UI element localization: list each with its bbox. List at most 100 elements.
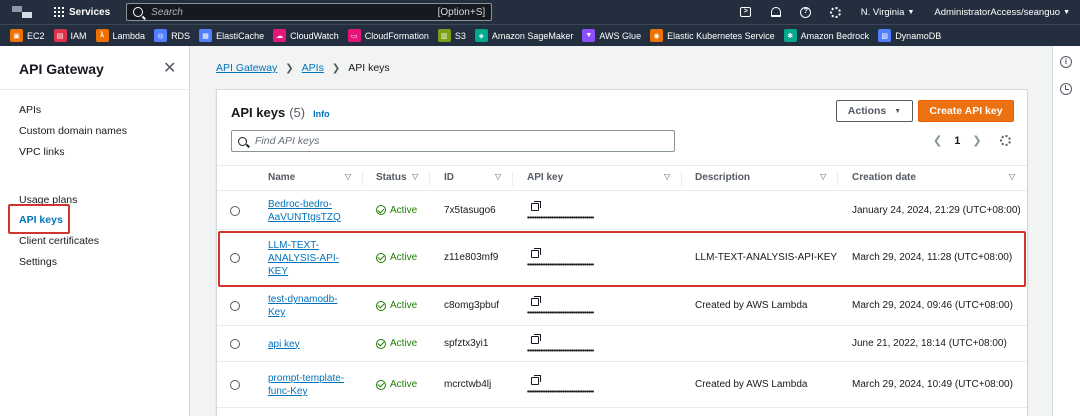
sidebar-item-apis[interactable]: APIs — [19, 104, 41, 116]
services-menu-button[interactable]: Services — [54, 7, 110, 18]
copy-icon[interactable] — [531, 248, 541, 258]
breadcrumb-apis[interactable]: APIs — [302, 62, 324, 74]
favorite-cloudwatch[interactable]: ☁ CloudWatch — [273, 29, 339, 42]
row-select-radio[interactable] — [230, 339, 240, 349]
close-icon[interactable]: ✕ — [163, 58, 176, 78]
api-key-name-link[interactable]: Bedroc-bedro- AaVUNTtgsTZQ — [268, 198, 348, 224]
check-circle-icon — [376, 300, 386, 311]
api-key-name-link[interactable]: LLM-TEXT- ANALYSIS-API- KEY — [268, 239, 348, 278]
info-link[interactable]: Info — [313, 109, 330, 119]
copy-icon[interactable] — [531, 296, 541, 306]
favorite-label: Elastic Kubernetes Service — [667, 30, 775, 41]
table-row[interactable]: LLM-TEXT- ANALYSIS-API- KEY Active z11e803mf… — [217, 230, 1027, 286]
sidebar-divider — [0, 89, 189, 90]
gear-icon[interactable] — [999, 135, 1011, 146]
info-icon[interactable]: i — [1060, 56, 1072, 68]
sort-icon[interactable]: ▽ — [664, 172, 670, 181]
sidebar-item-vpc-links[interactable]: VPC links — [19, 146, 65, 158]
settings-button[interactable] — [821, 0, 851, 24]
account-menu[interactable]: AdministratorAccess/seanguo ▼ — [924, 7, 1080, 18]
table-row[interactable]: test-dynamodb- Key Active c8omg3pbuf •••••••… — [217, 286, 1027, 326]
copy-icon[interactable] — [531, 334, 541, 344]
search-icon — [238, 136, 247, 146]
status-badge: Active — [376, 379, 417, 390]
favorite-dynamodb[interactable]: ▧ DynamoDB — [878, 29, 941, 42]
panel-header: API keys (5) Info — [231, 105, 330, 120]
sidebar-item-custom-domain-names[interactable]: Custom domain names — [19, 125, 127, 137]
status-badge: Active — [376, 300, 417, 311]
notifications-button[interactable] — [761, 0, 791, 24]
gear-icon — [830, 6, 842, 18]
sidebar-item-settings[interactable]: Settings — [19, 256, 57, 268]
history-icon[interactable] — [1060, 83, 1072, 95]
favorite-elastic-kubernetes-service[interactable]: ◉ Elastic Kubernetes Service — [650, 29, 775, 42]
column-divider — [681, 172, 682, 186]
favorite-rds[interactable]: ◎ RDS — [154, 29, 190, 42]
copy-icon[interactable] — [531, 375, 541, 385]
column-header-description[interactable]: Description — [695, 172, 750, 183]
column-header-id[interactable]: ID — [444, 172, 454, 183]
favorite-amazon-bedrock[interactable]: ✱ Amazon Bedrock — [783, 29, 869, 42]
aws-logo[interactable] — [8, 0, 46, 24]
search-placeholder: Search — [151, 6, 183, 18]
table-row[interactable]: api key Active spfztx3yi1 •••••••••••••••••… — [217, 326, 1027, 362]
next-page-button[interactable]: ❯ — [972, 134, 981, 147]
breadcrumb-api-gateway[interactable]: API Gateway — [216, 62, 277, 74]
column-header-name[interactable]: Name — [268, 172, 295, 183]
top-navigation: Services Search [Option+S] > ? N. Virgin… — [0, 0, 1080, 24]
api-key-name-link[interactable]: prompt-template-func-Key — [268, 372, 348, 398]
global-search-input[interactable]: Search [Option+S] — [126, 3, 493, 21]
column-header-api-key[interactable]: API key — [527, 172, 563, 183]
sidebar-title: API Gateway — [19, 61, 104, 77]
services-label: Services — [69, 6, 111, 18]
status-text: Active — [390, 338, 418, 349]
row-select-radio[interactable] — [230, 380, 240, 390]
sort-icon[interactable]: ▽ — [820, 172, 826, 181]
current-page-number[interactable]: 1 — [954, 135, 960, 147]
favorite-amazon-sagemaker[interactable]: ◈ Amazon SageMaker — [474, 29, 573, 42]
column-divider — [429, 172, 430, 186]
help-button[interactable]: ? — [791, 0, 821, 24]
rds-icon: ◎ — [154, 29, 168, 42]
favorite-label: AWS Glue — [599, 30, 642, 41]
sort-icon[interactable]: ▽ — [1009, 172, 1015, 181]
region-label: N. Virginia — [860, 6, 905, 18]
favorite-elasticache[interactable]: ▦ ElastiCache — [199, 29, 264, 42]
favorite-label: CloudWatch — [290, 30, 339, 41]
cloudshell-button[interactable]: > — [731, 0, 761, 24]
column-header-status[interactable]: Status — [376, 172, 407, 183]
region-selector[interactable]: N. Virginia ▼ — [851, 7, 925, 18]
sort-icon[interactable]: ▽ — [345, 172, 351, 181]
column-divider — [512, 172, 513, 186]
favorite-iam[interactable]: ▤ IAM — [53, 29, 87, 42]
sort-icon[interactable]: ▽ — [495, 172, 501, 181]
sidebar-item-client-certificates[interactable]: Client certificates — [19, 235, 99, 247]
api-key-creation-date: March 29, 2024, 09:46 (UTC+08:00) — [852, 300, 1013, 311]
api-key-name-link[interactable]: api key — [268, 338, 348, 351]
api-key-name-link[interactable]: test-dynamodb- Key — [268, 293, 348, 319]
api-key-id: 7x5tasugo6 — [444, 204, 496, 216]
actions-dropdown-button[interactable]: Actions ▼ — [836, 100, 913, 122]
create-api-key-button[interactable]: Create API key — [918, 100, 1014, 122]
favorite-cloudformation[interactable]: ▭ CloudFormation — [347, 29, 429, 42]
grid-icon — [54, 7, 64, 17]
favorite-label: ElastiCache — [216, 30, 265, 41]
column-header-creation-date[interactable]: Creation date — [852, 172, 916, 183]
check-circle-icon — [376, 379, 386, 390]
table-row[interactable]: Bedroc-bedro- AaVUNTtgsTZQ Active 7x5tasugo… — [217, 191, 1027, 230]
favorite-ec2[interactable]: ▣ EC2 — [10, 29, 45, 42]
row-select-radio[interactable] — [230, 253, 240, 263]
row-select-radio[interactable] — [230, 301, 240, 311]
copy-icon[interactable] — [531, 200, 541, 211]
previous-page-button[interactable]: ❮ — [933, 134, 942, 147]
help-icon: ? — [800, 6, 812, 18]
favorite-lambda[interactable]: λ Lambda — [95, 29, 145, 42]
sort-icon[interactable]: ▽ — [412, 172, 418, 181]
table-row[interactable]: prompt-template-func-Key Active mcrctwb4lj… — [217, 362, 1027, 408]
favorite-aws-glue[interactable]: ▼ AWS Glue — [582, 29, 641, 42]
status-badge: Active — [376, 252, 417, 263]
favorite-s3[interactable]: ▥ S3 — [437, 29, 466, 42]
find-api-keys-input[interactable]: Find API keys — [231, 130, 675, 152]
row-select-radio[interactable] — [230, 205, 240, 216]
masked-api-key: •••••••••••••••••••••••••••••••••••• — [527, 262, 594, 269]
